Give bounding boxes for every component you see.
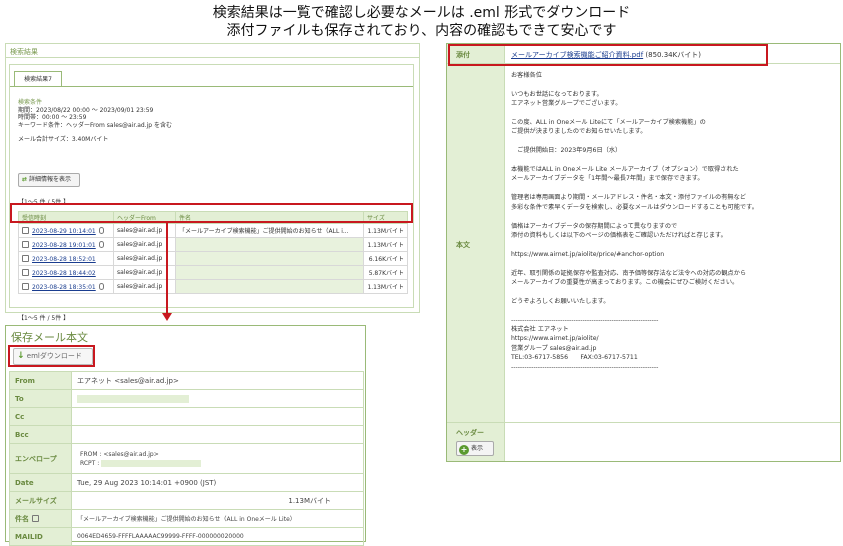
conditions-title: 検索条件 bbox=[18, 99, 43, 106]
caption-line-2: 添付ファイルも保存されており、内容の確認もできて安心です bbox=[226, 23, 617, 39]
mail-body-text: お客様各位 いつもお世話になっております。 エアネット営業グループでございます。… bbox=[511, 72, 758, 371]
mail-icon bbox=[22, 282, 29, 290]
paperclip-icon bbox=[98, 282, 104, 290]
redacted-to bbox=[77, 394, 189, 403]
mail-icon bbox=[22, 254, 29, 262]
redacted-subject bbox=[175, 279, 364, 294]
tab-results[interactable]: 検索結果7 bbox=[14, 71, 62, 87]
table-row[interactable]: 2023-08-28 18:35:01 sales@air.ad.jp 1.13… bbox=[18, 279, 408, 294]
show-header-button[interactable]: + 表示 bbox=[456, 441, 494, 456]
mail-icon bbox=[22, 226, 29, 234]
redacted-subject bbox=[175, 251, 364, 266]
arrow-down-icon bbox=[162, 313, 172, 321]
size-value: 1.13Mバイト bbox=[71, 491, 364, 510]
redacted-subject bbox=[175, 265, 364, 280]
highlight-selected-row bbox=[10, 203, 413, 223]
mail-icon bbox=[22, 268, 29, 276]
copy-icon[interactable] bbox=[32, 514, 39, 522]
show-details-button[interactable]: ⇄ 詳細情報を表示 bbox=[18, 173, 80, 187]
arrow-line bbox=[166, 223, 168, 315]
date-value: Tue, 29 Aug 2023 10:14:01 +0900 (JST) bbox=[71, 473, 364, 492]
plus-icon: + bbox=[459, 445, 469, 455]
paperclip-icon bbox=[98, 240, 104, 248]
highlight-eml-button bbox=[8, 345, 95, 367]
table-row[interactable]: 2023-08-28 18:52:01 sales@air.ad.jp 6.16… bbox=[18, 251, 408, 266]
paperclip-icon bbox=[98, 226, 104, 234]
result-count-bottom: 【1～5 件 / 5件 】 bbox=[18, 315, 70, 322]
caption-line-1: 検索結果は一覧で確認し必要なメールは .eml 形式でダウンロード bbox=[212, 5, 631, 21]
condition-keyword: キーワード条件：ヘッダーFrom sales@air.ad.jp を含む bbox=[18, 121, 173, 129]
search-conditions: 検索条件 期間：2023/08/22 00:00 ～ 2023/09/01 23… bbox=[18, 99, 172, 144]
search-results-panel: 検索結果 検索結果7 検索条件 期間：2023/08/22 00:00 ～ 20… bbox=[5, 43, 420, 322]
mail-header-table: From エアネット <sales@air.ad.jp> To Cc Bcc エン… bbox=[9, 371, 364, 546]
condition-period: 期間：2023/08/22 00:00 ～ 2023/09/01 23:59 bbox=[18, 106, 154, 114]
mail-detail-panel: 添付 メールアーカイブ検索機能ご紹介資料.pdf (850.34Kバイト) 本文… bbox=[446, 43, 841, 462]
redacted-rcpt bbox=[101, 459, 202, 467]
header-label: ヘッダー bbox=[456, 429, 484, 437]
mail-icon bbox=[22, 240, 29, 248]
body-label: 本文 bbox=[456, 241, 470, 249]
condition-time: 時間帯：00:00 ～ 23:59 bbox=[18, 114, 87, 121]
redacted-subject bbox=[175, 237, 364, 252]
highlight-attachment bbox=[448, 44, 768, 66]
results-table: 受信時刻 ヘッダーFrom 件名 サイズ 2023-08-29 10:14:01… bbox=[18, 211, 408, 294]
results-tab-panel: 検索結果7 検索条件 期間：2023/08/22 00:00 ～ 2023/09… bbox=[9, 64, 414, 322]
envelope-rcpt: RCPT : bbox=[80, 459, 100, 467]
table-row[interactable]: 2023-08-29 10:14:01 sales@air.ad.jp 「メール… bbox=[18, 223, 408, 238]
from-value: エアネット <sales@air.ad.jp> bbox=[71, 371, 364, 390]
swap-arrows-icon: ⇄ bbox=[22, 176, 28, 183]
panel-header: 検索結果 bbox=[6, 44, 419, 58]
subject-value: 「メールアーカイブ検索機能」ご提供開始のお知らせ（ALL in Oneメール L… bbox=[71, 509, 364, 528]
saved-mail-title: 保存メール本文 bbox=[11, 331, 88, 344]
table-row[interactable]: 2023-08-28 18:44:02 sales@air.ad.jp 5.87… bbox=[18, 265, 408, 280]
table-row[interactable]: 2023-08-28 19:01:01 sales@air.ad.jp 1.13… bbox=[18, 237, 408, 252]
total-size: メール合計サイズ：3.40Mバイト bbox=[18, 136, 109, 143]
envelope-from: FROM : <sales@air.ad.jp> bbox=[80, 450, 159, 458]
